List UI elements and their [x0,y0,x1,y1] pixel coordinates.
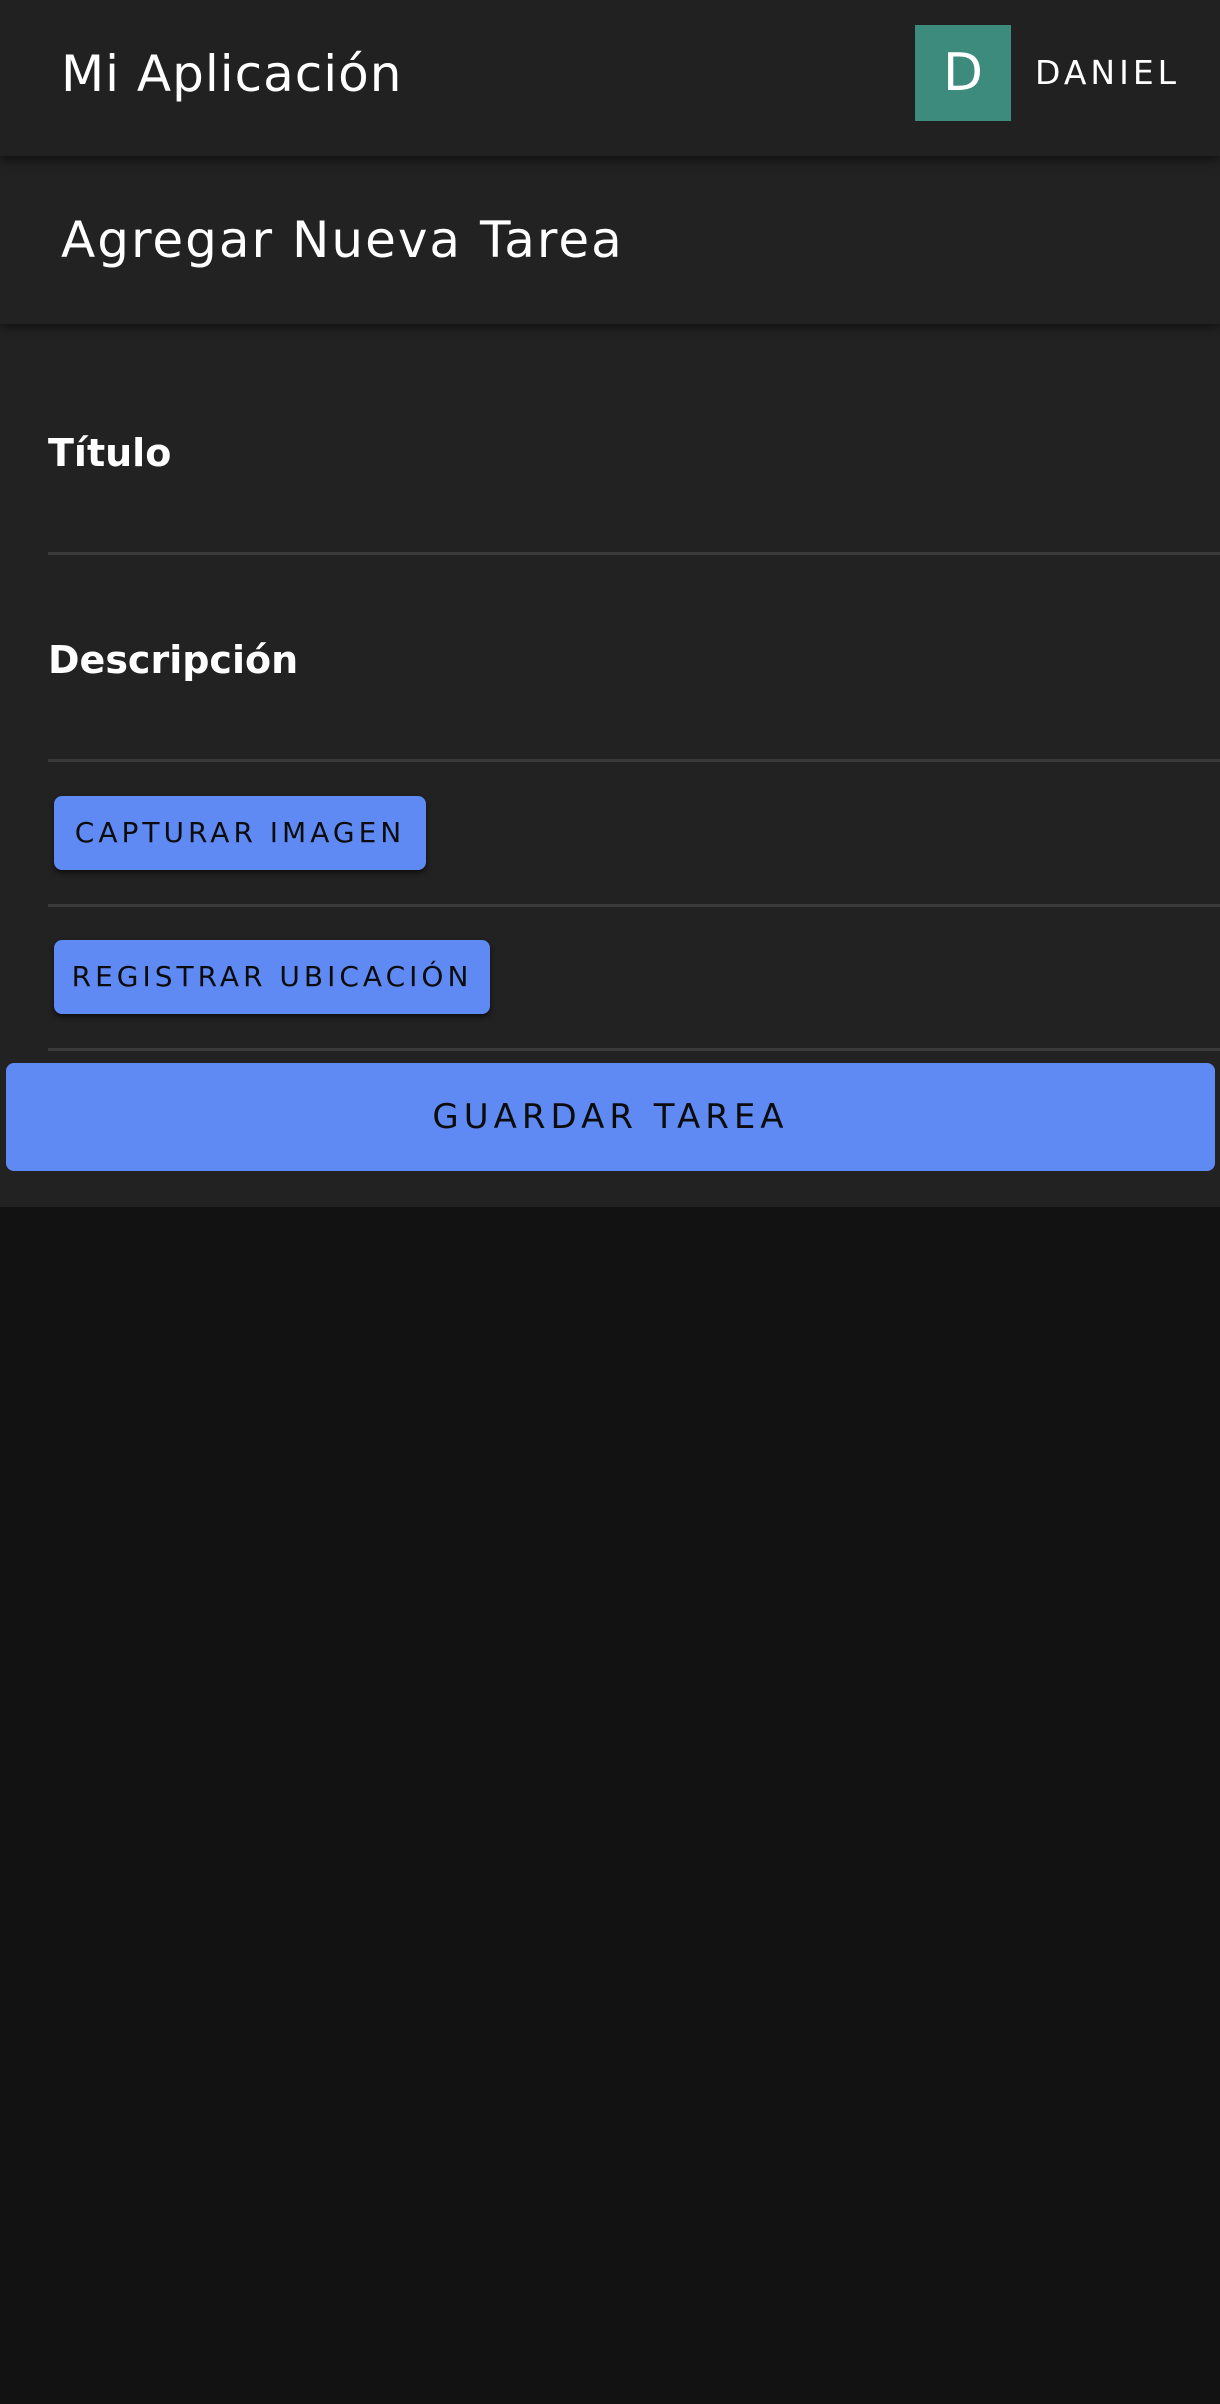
section-header: Agregar Nueva Tarea [0,156,1220,324]
app-title: Mi Aplicación [61,45,403,103]
app-bar: Mi Aplicación D DANIEL [0,0,1220,156]
title-input[interactable] [48,488,1220,544]
capture-image-divider [48,904,1220,907]
capture-image-button[interactable]: CAPTURAR IMAGEN [54,796,426,870]
user-avatar[interactable]: D [915,25,1011,121]
page-title: Agregar Nueva Tarea [61,211,624,269]
user-name[interactable]: DANIEL [1035,50,1180,96]
description-field-underline [48,759,1220,762]
register-location-divider [48,1048,1220,1051]
description-field-label: Descripción [48,638,299,682]
title-field-label: Título [48,431,172,475]
description-input[interactable] [48,695,1220,751]
title-field-underline [48,552,1220,555]
save-task-button[interactable]: GUARDAR TAREA [6,1063,1215,1171]
register-location-button[interactable]: REGISTRAR UBICACIÓN [54,940,490,1014]
